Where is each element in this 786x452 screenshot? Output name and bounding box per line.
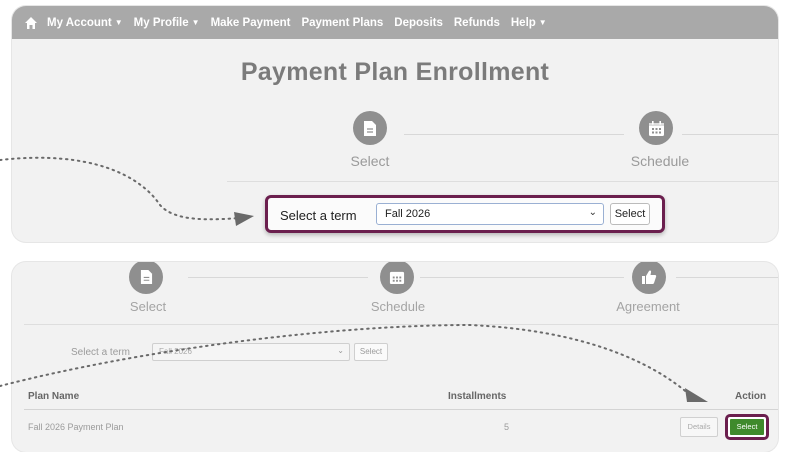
term-dropdown[interactable]: Fall 2026 ⌄ bbox=[376, 203, 604, 225]
step-connector bbox=[682, 134, 778, 135]
step-connector bbox=[404, 134, 624, 135]
nav-deposits[interactable]: Deposits bbox=[394, 17, 443, 29]
installments-cell: 5 bbox=[504, 422, 510, 432]
step-connector bbox=[188, 277, 368, 278]
term-selector-highlight: Select a term Fall 2026 ⌄ Select bbox=[265, 195, 665, 233]
top-navbar: My Account ▼ My Profile ▼ Make Payment Pay… bbox=[12, 6, 778, 39]
select-button-highlight: Select bbox=[725, 414, 769, 440]
home-icon[interactable] bbox=[24, 16, 38, 30]
step-select-label: Select bbox=[350, 153, 390, 169]
section-divider bbox=[24, 324, 778, 325]
column-header-installments: Installments bbox=[448, 391, 507, 402]
caret-down-icon: ▼ bbox=[538, 18, 547, 27]
caret-down-icon: ▼ bbox=[114, 18, 123, 27]
plan-select-button[interactable]: Select bbox=[730, 419, 764, 435]
term-dropdown[interactable]: Fall 2026 ⌄ bbox=[152, 343, 350, 361]
table-header-divider bbox=[24, 409, 778, 410]
details-button[interactable]: Details bbox=[680, 417, 718, 437]
column-header-action: Action bbox=[735, 391, 767, 402]
step-schedule-label: Schedule bbox=[370, 299, 426, 314]
page-title: Payment Plan Enrollment bbox=[240, 58, 550, 86]
nav-help[interactable]: Help ▼ bbox=[511, 17, 547, 29]
nav-my-profile[interactable]: My Profile ▼ bbox=[134, 17, 200, 29]
step-schedule-label: Schedule bbox=[630, 153, 690, 169]
thumbs-up-icon bbox=[642, 270, 657, 284]
nav-my-account[interactable]: My Account ▼ bbox=[47, 17, 123, 29]
calendar-icon bbox=[648, 120, 664, 136]
step-connector bbox=[676, 277, 778, 278]
term-label: Select a term bbox=[71, 347, 130, 358]
term-dropdown-value: Fall 2026 bbox=[159, 347, 192, 356]
chevron-down-icon: ⌄ bbox=[337, 346, 344, 355]
nav-refunds[interactable]: Refunds bbox=[454, 17, 500, 29]
document-icon bbox=[364, 120, 376, 136]
term-dropdown-value: Fall 2026 bbox=[385, 208, 431, 220]
step-agreement-label: Agreement bbox=[616, 299, 680, 314]
chevron-down-icon: ⌄ bbox=[588, 207, 597, 218]
step-select-circle bbox=[353, 111, 387, 145]
nav-make-payment[interactable]: Make Payment bbox=[211, 17, 291, 29]
document-icon bbox=[140, 270, 152, 284]
calendar-icon bbox=[389, 271, 405, 285]
caret-down-icon: ▼ bbox=[191, 18, 200, 27]
step-schedule-circle bbox=[380, 262, 414, 294]
step-select-circle bbox=[129, 262, 163, 294]
nav-payment-plans[interactable]: Payment Plans bbox=[301, 17, 383, 29]
step-connector bbox=[420, 277, 624, 278]
term-label: Select a term bbox=[280, 208, 357, 223]
step-select-label: Select bbox=[129, 299, 167, 314]
plan-name-cell: Fall 2026 Payment Plan bbox=[28, 422, 124, 432]
term-select-button[interactable]: Select bbox=[610, 203, 650, 225]
term-select-button[interactable]: Select bbox=[354, 343, 388, 361]
column-header-plan-name: Plan Name bbox=[28, 391, 80, 402]
step-agreement-circle bbox=[632, 262, 666, 294]
section-divider bbox=[227, 181, 778, 182]
enrollment-panel-bottom: Select Schedule Agreement Select a term … bbox=[12, 262, 778, 452]
step-schedule-circle bbox=[639, 111, 673, 145]
